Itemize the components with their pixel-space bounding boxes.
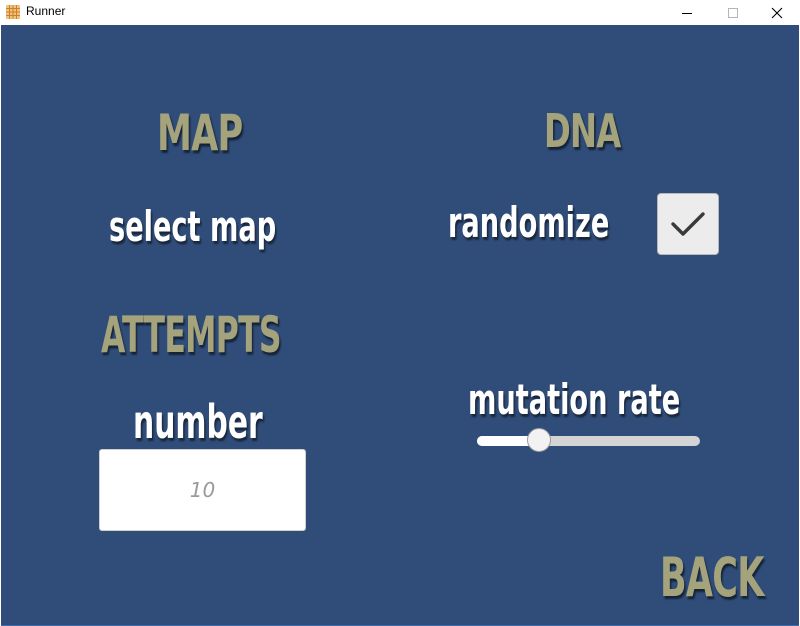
number-label: number: [133, 395, 263, 449]
select-map-button[interactable]: select map: [109, 202, 276, 251]
dna-heading: DNA: [544, 104, 621, 158]
checkmark-icon: [671, 212, 705, 236]
minimize-icon: [682, 12, 692, 14]
app-grid-icon: [6, 5, 20, 19]
window-titlebar: Runner: [0, 0, 800, 25]
randomize-label: randomize: [448, 198, 610, 247]
back-button[interactable]: BACK: [660, 546, 764, 609]
close-button[interactable]: [754, 0, 800, 25]
mutation-rate-label: mutation rate: [468, 375, 681, 424]
mutation-rate-slider[interactable]: [477, 428, 700, 452]
close-icon: [771, 7, 783, 18]
randomize-checkbox[interactable]: [657, 193, 719, 255]
maximize-button[interactable]: [710, 0, 756, 25]
window-title: Runner: [26, 4, 66, 18]
minimize-button[interactable]: [664, 0, 710, 25]
attempts-heading: ATTEMPTS: [101, 306, 282, 364]
map-heading: MAP: [157, 104, 243, 162]
maximize-icon: [728, 7, 738, 18]
attempts-number-input[interactable]: [99, 449, 306, 531]
